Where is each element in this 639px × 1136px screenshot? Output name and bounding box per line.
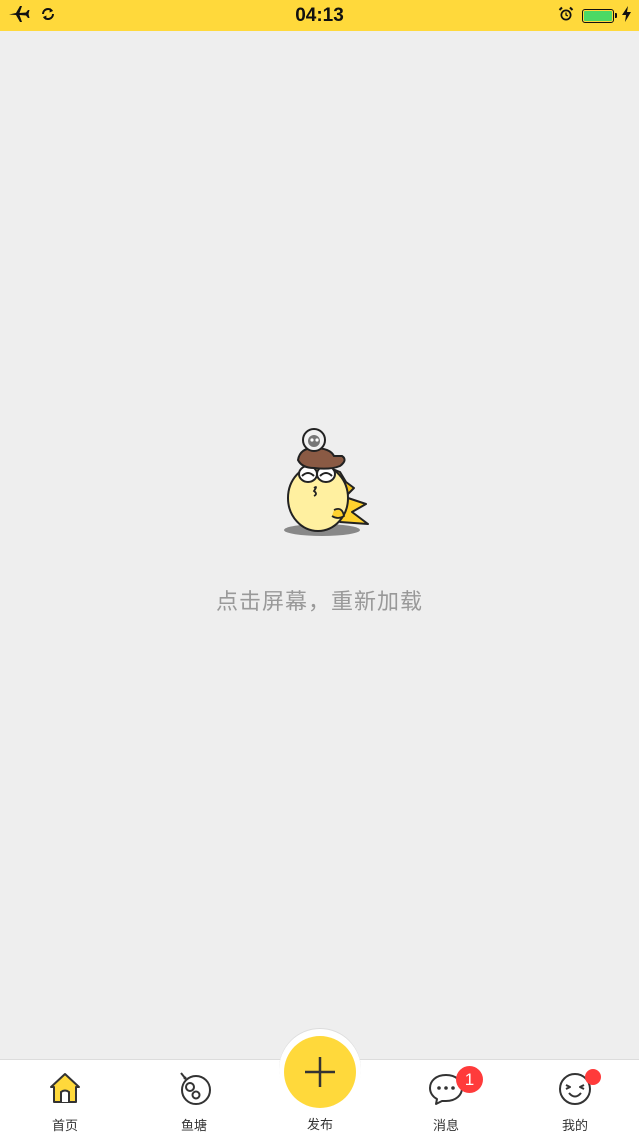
tab-home[interactable]: 首页 <box>20 1060 110 1136</box>
sync-icon <box>40 6 56 26</box>
airplane-icon <box>8 4 30 28</box>
alarm-icon <box>558 6 574 26</box>
status-time: 04:13 <box>295 5 344 26</box>
publish-button[interactable] <box>284 1036 356 1108</box>
fish-pond-icon <box>180 1072 211 1105</box>
fish-mascot-icon <box>284 428 369 536</box>
battery-cap <box>615 13 617 18</box>
status-left <box>8 4 56 28</box>
tab-label-home: 首页 <box>51 1119 78 1134</box>
plus-icon <box>305 1057 335 1087</box>
home-icon <box>50 1073 80 1103</box>
tab-profile[interactable]: 我的 <box>530 1060 620 1136</box>
tab-label-publish: 发布 <box>306 1118 333 1133</box>
messages-badge: 1 <box>456 1066 483 1093</box>
charging-icon <box>622 6 631 26</box>
profile-notification-dot <box>585 1069 601 1085</box>
tab-fish-pond[interactable]: 鱼塘 <box>149 1060 239 1136</box>
reload-hint-text[interactable]: 点击屏幕，重新加载 <box>0 584 639 616</box>
reload-area[interactable]: 点击屏幕，重新加载 <box>0 31 639 1059</box>
tab-label-messages: 消息 <box>432 1119 459 1134</box>
battery-icon <box>582 9 617 23</box>
tab-label-fish-pond: 鱼塘 <box>180 1119 207 1134</box>
tab-label-profile: 我的 <box>561 1119 588 1134</box>
battery-level <box>584 11 612 21</box>
app-screen: 04:13 点击屏幕，重新加载 首页 鱼塘 消息 我的 发布 1 <box>0 0 639 1136</box>
status-bar: 04:13 <box>0 0 639 31</box>
status-right <box>558 4 631 28</box>
